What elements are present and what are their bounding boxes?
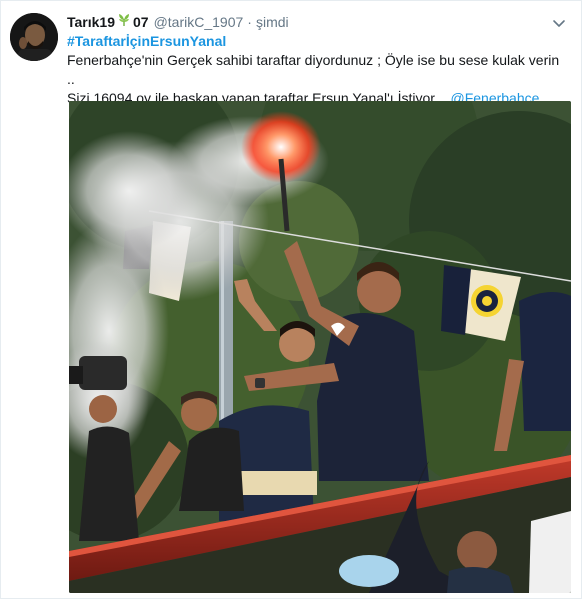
tweet-line-1: Fenerbahçe'nin Gerçek sahibi taraftar di… bbox=[67, 52, 560, 87]
chevron-down-icon[interactable] bbox=[551, 15, 567, 31]
leaf-emoji-icon bbox=[117, 13, 131, 31]
hashtag-link[interactable]: #TaraftarİçinErsunYanal bbox=[67, 32, 567, 51]
avatar-image bbox=[10, 13, 58, 61]
tweet-header: Tarık19 07 @tarikC_1907 · şimdi bbox=[67, 13, 289, 31]
display-name[interactable]: Tarık19 bbox=[67, 13, 115, 31]
user-avatar[interactable] bbox=[10, 13, 58, 61]
tweet-photo[interactable] bbox=[69, 101, 571, 593]
crowd-photo bbox=[69, 101, 571, 593]
tweet-timestamp[interactable]: şimdi bbox=[256, 13, 289, 31]
tweet-card: Tarık19 07 @tarikC_1907 · şimdi #Tarafta… bbox=[0, 0, 582, 599]
tweet-text: #TaraftarİçinErsunYanal Fenerbahçe'nin G… bbox=[67, 32, 567, 108]
display-name-suffix[interactable]: 07 bbox=[133, 13, 149, 31]
user-handle[interactable]: @tarikC_1907 bbox=[154, 13, 244, 31]
separator-dot: · bbox=[247, 14, 252, 30]
